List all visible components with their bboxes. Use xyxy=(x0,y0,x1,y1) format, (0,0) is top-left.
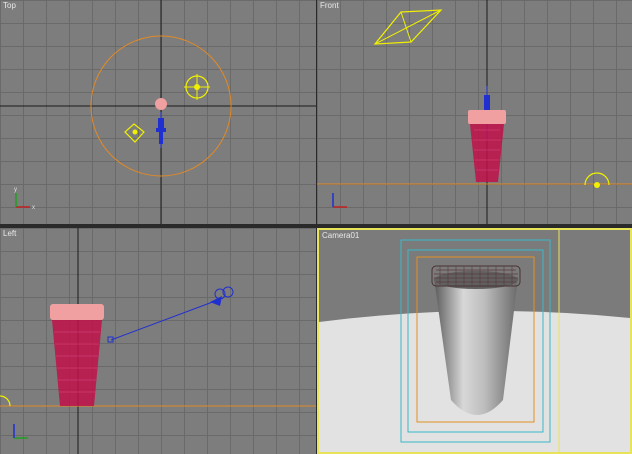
viewport-top[interactable]: Top x y xyxy=(0,0,316,224)
camera-target-icon[interactable] xyxy=(124,123,145,143)
axis-tripod-icon xyxy=(13,424,28,439)
axis-tripod-icon xyxy=(332,193,347,208)
viewport-label-left[interactable]: Left xyxy=(3,229,16,238)
top-view-scene: x y xyxy=(0,0,316,224)
svg-text:x: x xyxy=(32,205,35,211)
front-view-scene xyxy=(317,0,632,224)
left-view-scene xyxy=(0,228,316,454)
svg-text:y: y xyxy=(14,187,17,193)
viewport-camera[interactable]: Camera01 xyxy=(317,228,632,454)
omni-light-edge-icon[interactable] xyxy=(0,395,11,407)
cup-lid[interactable] xyxy=(468,110,506,124)
camera-line-icon[interactable] xyxy=(107,286,234,343)
omni-light-icon[interactable] xyxy=(584,172,610,188)
viewport-label-front[interactable]: Front xyxy=(320,1,339,10)
viewport-front[interactable]: Front xyxy=(317,0,632,224)
cup-mesh[interactable] xyxy=(470,124,504,182)
camera-icon[interactable] xyxy=(156,112,166,148)
omni-light-icon[interactable] xyxy=(184,74,210,100)
axis-tripod-icon: x y xyxy=(14,187,35,211)
viewport-label-top[interactable]: Top xyxy=(3,1,16,10)
viewport-label-camera[interactable]: Camera01 xyxy=(322,231,359,240)
cup-lid-top[interactable] xyxy=(155,98,167,110)
cup-mesh[interactable] xyxy=(52,320,102,406)
camera-frustum-icon[interactable] xyxy=(373,9,443,45)
camera-view-scene xyxy=(319,230,630,452)
cup-lid[interactable] xyxy=(50,304,104,320)
viewport-left[interactable]: Left xyxy=(0,228,316,454)
